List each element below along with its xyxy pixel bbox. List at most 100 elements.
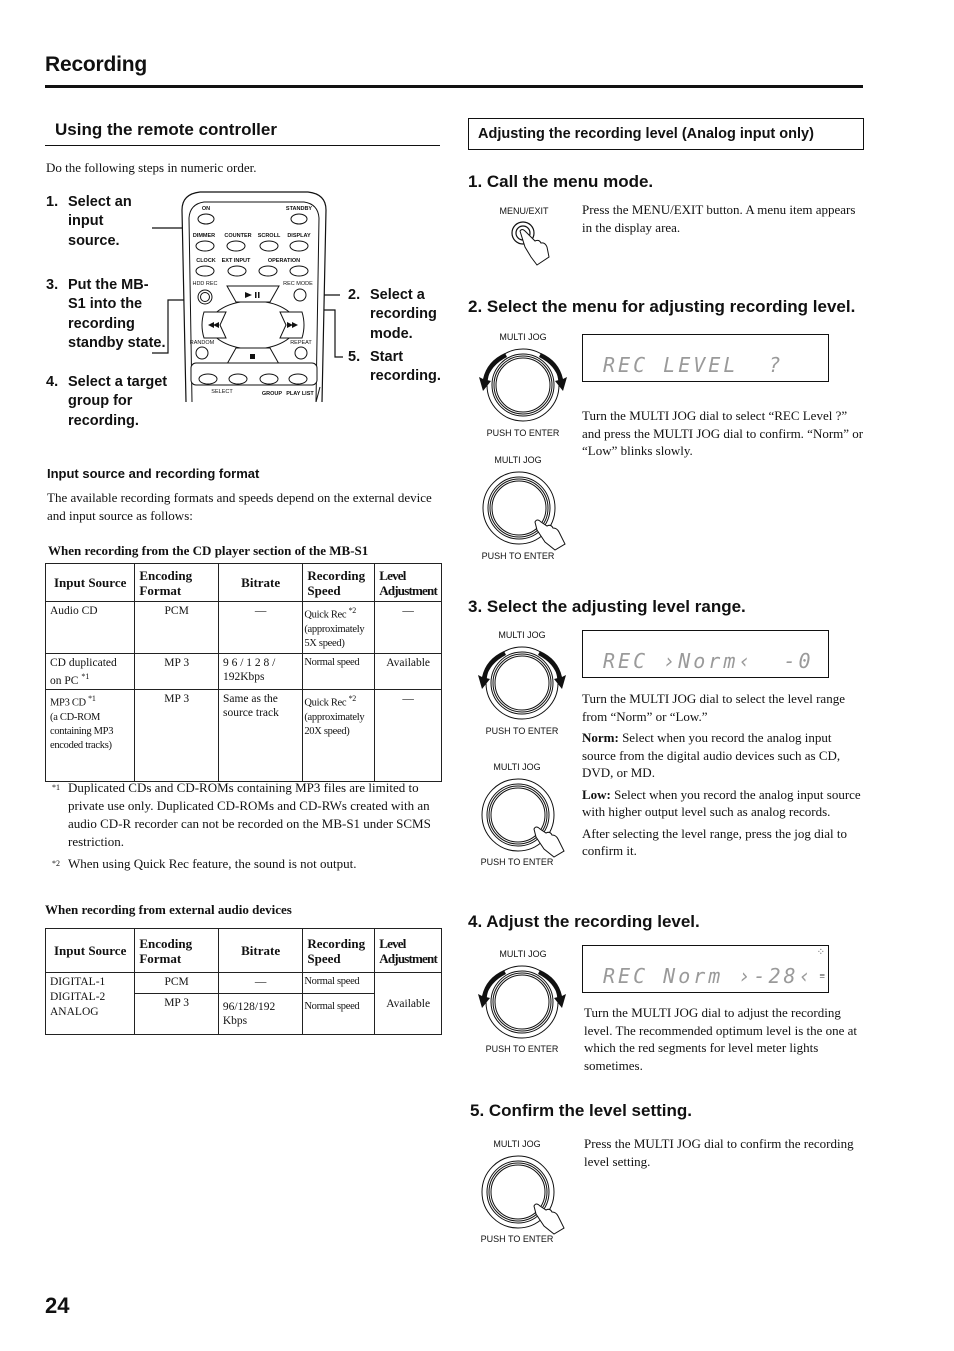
step-2-heading: 2. Select the menu for adjusting recordi…	[468, 297, 856, 316]
step-5-text: Press the MULTI JOG dial to confirm the …	[584, 1136, 854, 1169]
scroll-button[interactable]	[259, 240, 279, 252]
adjusting-level-heading: Adjusting the recording level (Analog in…	[468, 118, 864, 150]
pressing-finger-icon	[534, 519, 566, 551]
external-recording-table: Input Source Encoding Format Bitrate Rec…	[44, 928, 442, 1035]
col-input-source: Input Source	[44, 563, 136, 602]
lcd-text: REC Norm ›-28‹	[603, 964, 814, 988]
label-counter: COUNTER	[224, 233, 251, 239]
label-operation: OPERATION	[268, 258, 300, 264]
push-to-enter-label: PUSH TO ENTER	[480, 857, 554, 867]
label-group: GROUP	[262, 391, 283, 397]
col-encoding-format: Encoding Format	[134, 563, 219, 602]
multi-jog-rotate-icon[interactable]	[474, 641, 574, 726]
push-to-enter-label: PUSH TO ENTER	[486, 428, 560, 438]
table-row: CD duplicated on PC *1 MP 3 9 6 / 1 2 8 …	[44, 652, 442, 691]
table-row: DIGITAL-1 DIGITAL-2 ANALOG PCM — Normal …	[44, 972, 442, 1035]
col-level-adjustment: Level Adjustment	[374, 563, 442, 602]
hdd-button[interactable]	[289, 265, 309, 277]
rotate-left-arrow-icon	[478, 651, 506, 689]
multi-jog-rotate-icon[interactable]	[475, 343, 575, 428]
multi-jog-label: MULTI JOG	[499, 949, 547, 959]
multi-jog-label: MULTI JOG	[499, 332, 547, 342]
counter-button[interactable]	[226, 240, 246, 252]
multi-jog-label: MULTI JOG	[493, 1139, 541, 1149]
multi-jog-push-icon[interactable]	[475, 466, 575, 551]
play-pause-button[interactable]	[226, 285, 280, 303]
cd-hdd-operation-ring	[209, 300, 297, 350]
rec-mode-button[interactable]	[293, 288, 307, 302]
footnote-1: *1 Duplicated CDs and CD-ROMs containing…	[52, 780, 431, 849]
step-4-text: Turn the MULTI JOG dial to adjust the re…	[584, 1005, 858, 1073]
rotate-right-arrow-icon	[539, 353, 567, 391]
menu-exit-button-icon[interactable]	[505, 217, 560, 267]
multi-jog-label: MULTI JOG	[498, 630, 546, 640]
step-5-heading: 5. Confirm the level setting.	[470, 1101, 692, 1120]
display-button[interactable]	[289, 240, 309, 252]
artist-button[interactable]	[228, 373, 248, 385]
table-row: MP3 CD *1 (a CD-ROM containing MP3 encode…	[44, 689, 442, 783]
label-repeat: REPEAT	[290, 340, 312, 346]
lcd-indicator-icon: ⁘	[816, 947, 825, 958]
label-select: SELECT	[211, 389, 233, 395]
label-hdd-rec: HDD REC	[192, 281, 217, 287]
label-clock: CLOCK	[196, 258, 216, 264]
step-2-text: Turn the MULTI JOG dial to select “REC L…	[582, 408, 864, 458]
multi-jog-rotate-icon[interactable]	[474, 960, 574, 1045]
album-button[interactable]	[198, 373, 218, 385]
label-random: RANDOM	[190, 340, 215, 346]
lcd-text: REC ›Norm‹ -0	[603, 649, 814, 673]
rotate-left-arrow-icon	[478, 970, 506, 1008]
label-dimmer: DIMMER	[193, 233, 215, 239]
col-bitrate: Bitrate	[217, 563, 304, 602]
step-4-heading: 4. Adjust the recording level.	[468, 912, 700, 931]
label-standby: STANDBY	[286, 206, 313, 212]
on-button[interactable]	[197, 213, 215, 225]
col-recording-speed: Recording Speed	[302, 563, 376, 602]
pressing-finger-icon	[533, 826, 565, 858]
label-display: DISPLAY	[287, 233, 311, 239]
footnote-2: *2 When using Quick Rec feature, the sou…	[52, 856, 357, 871]
input-source-heading: Input source and recording format	[47, 466, 260, 481]
dimmer-button[interactable]	[195, 240, 215, 252]
ext-table-caption: When recording from external audio devic…	[45, 902, 292, 917]
multi-jog-push-icon[interactable]	[474, 1150, 574, 1235]
menu-exit-label: MENU/EXIT	[499, 206, 549, 216]
multi-jog-push-icon[interactable]	[474, 773, 574, 858]
page-number: 24	[45, 1293, 70, 1318]
label-scroll: SCROLL	[258, 233, 281, 239]
pressing-finger-icon	[533, 1203, 565, 1235]
standby-button[interactable]	[290, 213, 308, 225]
lcd-display-level: REC Norm ›-28‹ ⁘ ≡	[582, 945, 829, 993]
push-to-enter-label: PUSH TO ENTER	[480, 1234, 554, 1244]
rotate-right-arrow-icon	[538, 651, 566, 689]
table-row: Audio CD PCM — Quick Rec *2 (approximatel…	[44, 601, 442, 654]
repeat-button[interactable]	[294, 346, 308, 360]
cd-recording-table: Input Source Encoding Format Bitrate Rec…	[44, 563, 442, 783]
rotate-right-arrow-icon	[538, 970, 566, 1008]
table-header-row: Input Source Encoding Format Bitrate Rec…	[44, 928, 442, 973]
push-to-enter-label: PUSH TO ENTER	[481, 551, 555, 561]
cd-table-caption: When recording from the CD player sectio…	[48, 543, 369, 558]
label-ext-input: EXT INPUT	[222, 258, 251, 264]
date-button[interactable]	[288, 373, 308, 385]
step-1-heading: 1. Call the menu mode.	[468, 172, 654, 191]
label-rec-mode: REC MODE	[283, 281, 313, 287]
label-play-list: PLAY LIST	[286, 391, 314, 397]
remote-control-illustration: ON STANDBY DIMMER COUNTER SCROLL DISPLAY…	[181, 191, 327, 402]
table-header-row: Input Source Encoding Format Bitrate Rec…	[44, 563, 442, 602]
random-button[interactable]	[195, 346, 209, 360]
step-1-text: Press the MENU/EXIT button. A menu item …	[582, 202, 856, 235]
clock-button[interactable]	[195, 265, 215, 277]
level-meter-icon: ≡	[819, 971, 825, 982]
ext-input-button[interactable]	[227, 265, 247, 277]
multi-jog-label: MULTI JOG	[494, 455, 542, 465]
multi-jog-label: MULTI JOG	[493, 762, 541, 772]
cd-button[interactable]	[258, 265, 278, 277]
step-3-heading: 3. Select the adjusting level range.	[468, 597, 746, 616]
lcd-display-norm: REC ›Norm‹ -0	[582, 630, 829, 678]
lcd-display-rec-level: REC LEVEL ?	[582, 334, 829, 382]
rotate-left-arrow-icon	[479, 353, 507, 391]
step-3-text: Turn the MULTI JOG dial to select the le…	[582, 691, 861, 858]
genre-button[interactable]	[259, 373, 279, 385]
input-source-description: The available recording formats and spee…	[47, 490, 432, 523]
